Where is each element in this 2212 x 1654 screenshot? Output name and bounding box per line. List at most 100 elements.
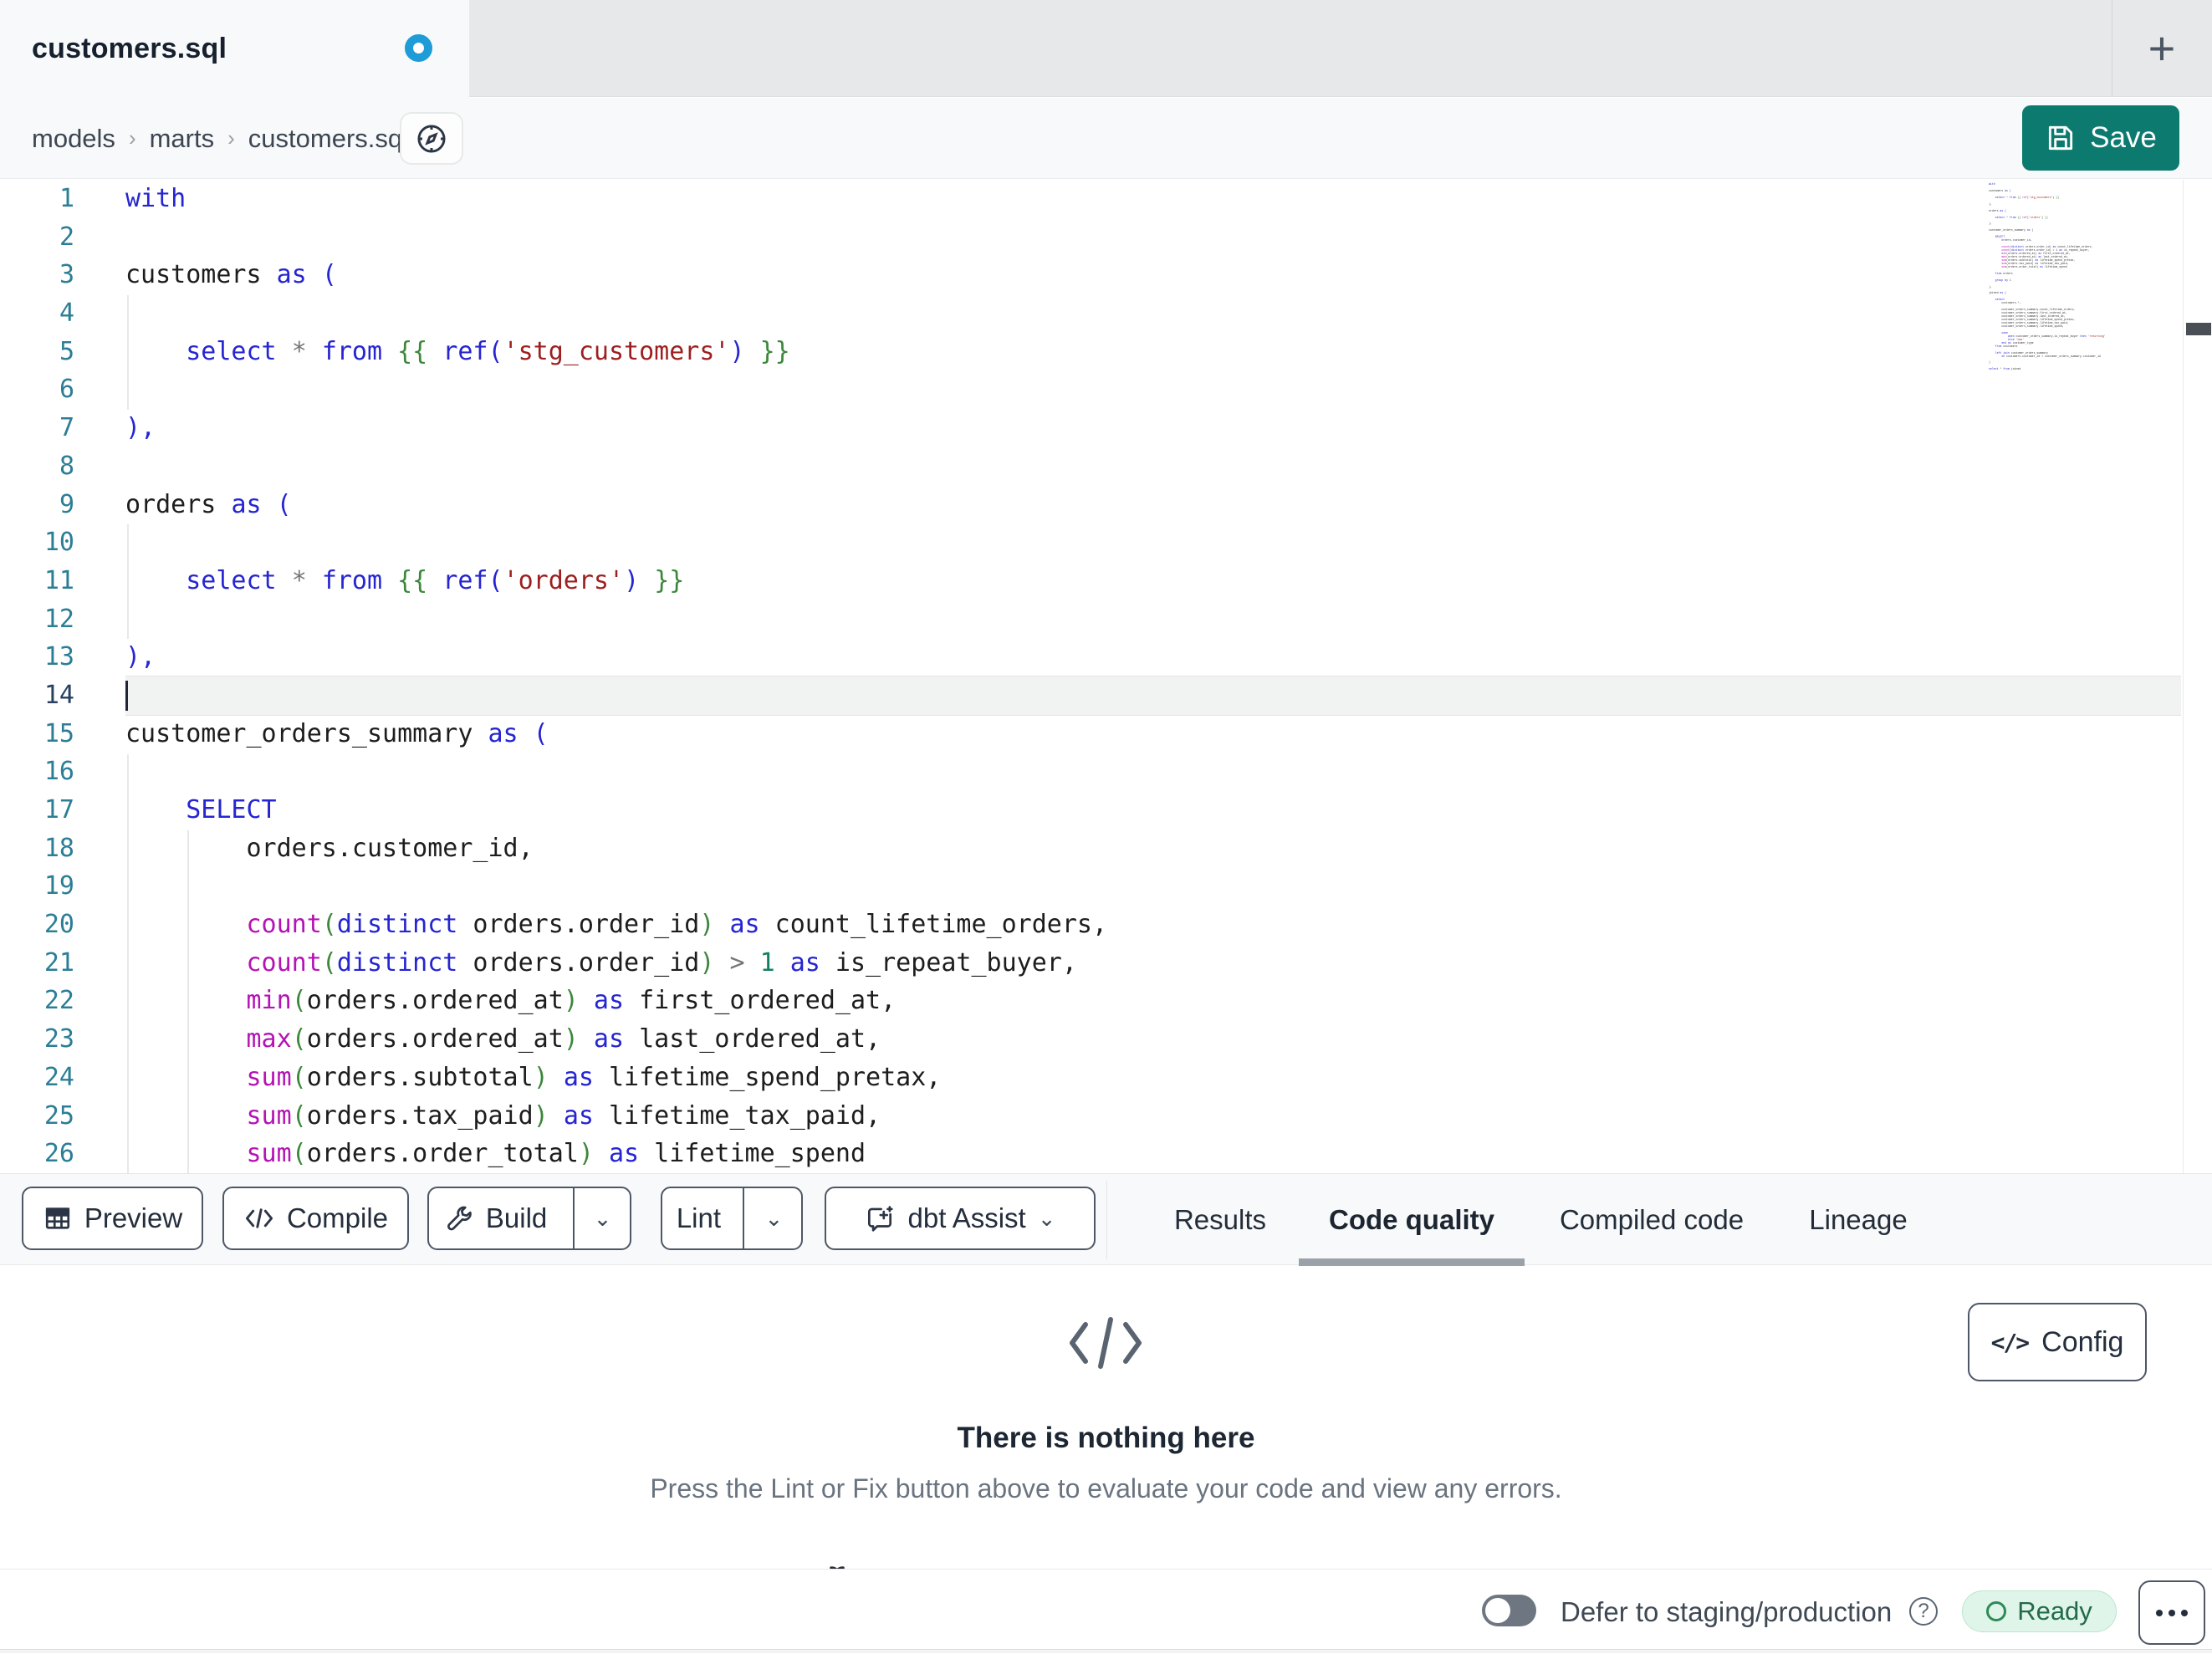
code-line[interactable]: count(distinct orders.order_id) > 1 as i… — [125, 944, 2181, 983]
line-number: 17 — [43, 795, 74, 824]
code-line[interactable]: with — [125, 180, 2181, 218]
code-line[interactable]: sum(orders.subtotal) as lifetime_spend_p… — [125, 1059, 2181, 1097]
preview-table-icon — [45, 1207, 69, 1229]
tab-code-quality[interactable]: Code quality — [1329, 1174, 1494, 1266]
more-options-button[interactable] — [2138, 1580, 2205, 1645]
code-quality-panel: There is nothing here Press the Lint or … — [0, 1266, 2212, 1569]
help-icon[interactable]: ? — [1909, 1597, 1938, 1626]
preview-button[interactable]: Preview — [22, 1187, 203, 1250]
line-number: 16 — [43, 757, 74, 787]
build-button[interactable]: Build — [429, 1202, 564, 1234]
lint-split-divider — [743, 1188, 744, 1248]
code-line[interactable] — [125, 218, 2181, 257]
code-line[interactable] — [125, 370, 2181, 409]
line-number: 12 — [43, 604, 74, 634]
line-number: 3 — [59, 260, 74, 290]
code-line[interactable]: ), — [125, 638, 2181, 676]
code-line[interactable]: ), — [125, 409, 2181, 447]
code-line[interactable]: select * from {{ ref('orders') }} — [125, 562, 2181, 600]
new-tab-button[interactable]: + — [2131, 17, 2193, 80]
defer-label: Defer to staging/production — [1561, 1595, 1893, 1627]
tab-compiled-code[interactable]: Compiled code — [1560, 1174, 1744, 1266]
compile-button[interactable]: Compile — [222, 1187, 409, 1250]
save-button[interactable]: Save — [2022, 105, 2179, 171]
code-line[interactable] — [125, 600, 2181, 639]
line-number: 4 — [59, 299, 74, 329]
line-number: 10 — [43, 528, 74, 558]
line-number: 7 — [59, 413, 74, 443]
dot-icon — [2156, 1609, 2163, 1616]
tab-lineage[interactable]: Lineage — [1809, 1174, 1907, 1266]
breadcrumb-item-customers-sql[interactable]: customers.sql — [248, 124, 408, 154]
code-editor[interactable]: 1 2 3 4 5 6 7 8 9 10 11 12 13 14 15 16 17 18 19 20 21 22 23 24 2… — [0, 180, 2212, 1173]
code-line[interactable]: count(distinct orders.order_id) as count… — [125, 906, 2181, 944]
code-line[interactable]: orders.customer_id, — [125, 830, 2181, 868]
code-line[interactable]: customer_orders_summary as ( — [125, 715, 2181, 753]
lint-dropdown-button[interactable]: ⌄ — [747, 1206, 801, 1232]
dbt-assist-button-label: dbt Assist — [907, 1202, 1026, 1233]
editor-code[interactable]: with customers as ( select * from {{ ref(… — [125, 180, 2181, 1173]
lint-split-button: Lint ⌄ — [661, 1187, 803, 1250]
editor-scrollbar[interactable] — [2183, 180, 2212, 1173]
code-line[interactable]: customers as ( — [125, 256, 2181, 294]
line-number: 18 — [43, 833, 74, 863]
code-line[interactable] — [125, 523, 2181, 562]
tab-results[interactable]: Results — [1174, 1174, 1266, 1266]
line-number: 14 — [43, 680, 74, 710]
line-number: 22 — [43, 986, 74, 1016]
line-number: 20 — [43, 910, 74, 940]
breadcrumb-row: models › marts › customers.sql Save — [0, 98, 2212, 179]
line-number: 5 — [59, 336, 74, 366]
line-number: 26 — [43, 1139, 74, 1169]
config-button-label: Config — [2041, 1325, 2124, 1358]
config-code-icon: </> — [1990, 1328, 2031, 1356]
code-line[interactable] — [125, 676, 2181, 715]
build-dropdown-button[interactable]: ⌄ — [575, 1206, 630, 1232]
dbt-assist-button[interactable]: dbt Assist ⌄ — [825, 1187, 1096, 1250]
code-line[interactable] — [125, 753, 2181, 791]
code-line[interactable]: max(orders.ordered_at) as last_ordered_a… — [125, 1020, 2181, 1059]
line-number: 19 — [43, 871, 74, 901]
lint-button[interactable]: Lint — [662, 1202, 735, 1234]
unsaved-changes-dot-icon — [405, 34, 432, 62]
preview-button-label: Preview — [84, 1202, 183, 1233]
line-number: 6 — [59, 375, 74, 405]
editor-gutter: 1 2 3 4 5 6 7 8 9 10 11 12 13 14 15 16 17 18 19 20 21 22 23 24 2… — [0, 180, 74, 1173]
code-line[interactable]: orders as ( — [125, 486, 2181, 524]
breadcrumb-separator-icon: › — [128, 125, 136, 151]
ready-label: Ready — [2017, 1596, 2092, 1626]
build-wrench-icon — [447, 1206, 472, 1231]
line-number: 11 — [43, 565, 74, 595]
compile-code-icon — [245, 1208, 273, 1228]
ready-circle-icon — [1986, 1601, 2007, 1621]
code-line[interactable]: sum(orders.order_total) as lifetime_spen… — [125, 1135, 2181, 1173]
breadcrumb-item-marts[interactable]: marts — [150, 124, 215, 154]
editor-minimap[interactable]: with customers as ( select * from {{ ref… — [1989, 182, 2179, 371]
code-line[interactable] — [125, 447, 2181, 486]
defer-toggle[interactable] — [1482, 1595, 1536, 1626]
compile-button-label: Compile — [286, 1202, 389, 1233]
breadcrumb-separator-icon: › — [227, 125, 235, 151]
tab-bar: customers.sql + — [0, 0, 2212, 98]
empty-state-subtitle: Press the Lint or Fix button above to ev… — [650, 1473, 1562, 1503]
code-line[interactable]: min(orders.ordered_at) as first_ordered_… — [125, 982, 2181, 1020]
code-line[interactable]: SELECT — [125, 791, 2181, 830]
code-line[interactable] — [125, 294, 2181, 333]
code-line[interactable]: select * from {{ ref('stg_customers') }} — [125, 333, 2181, 371]
save-button-label: Save — [2090, 121, 2157, 154]
build-split-divider — [573, 1188, 575, 1248]
code-line[interactable]: sum(orders.tax_paid) as lifetime_tax_pai… — [125, 1097, 2181, 1136]
tab-title: customers.sql — [32, 33, 227, 64]
build-button-label: Build — [485, 1202, 548, 1233]
scrollbar-thumb[interactable] — [2186, 323, 2211, 335]
line-number: 8 — [59, 451, 74, 481]
editor-toolbar: Preview Compile Build ⌄ Lint ⌄ dbt Assis… — [0, 1173, 2212, 1266]
editor-tab-customers-sql[interactable]: customers.sql — [0, 0, 469, 98]
breadcrumb-item-models[interactable]: models — [32, 124, 115, 154]
code-line[interactable] — [125, 867, 2181, 906]
compass-icon — [417, 125, 446, 152]
explore-lineage-button[interactable] — [400, 112, 463, 165]
line-number: 1 — [59, 184, 74, 213]
dbt-assist-sparkle-chat-icon — [868, 1206, 894, 1232]
config-button[interactable]: </> Config — [1968, 1303, 2147, 1381]
